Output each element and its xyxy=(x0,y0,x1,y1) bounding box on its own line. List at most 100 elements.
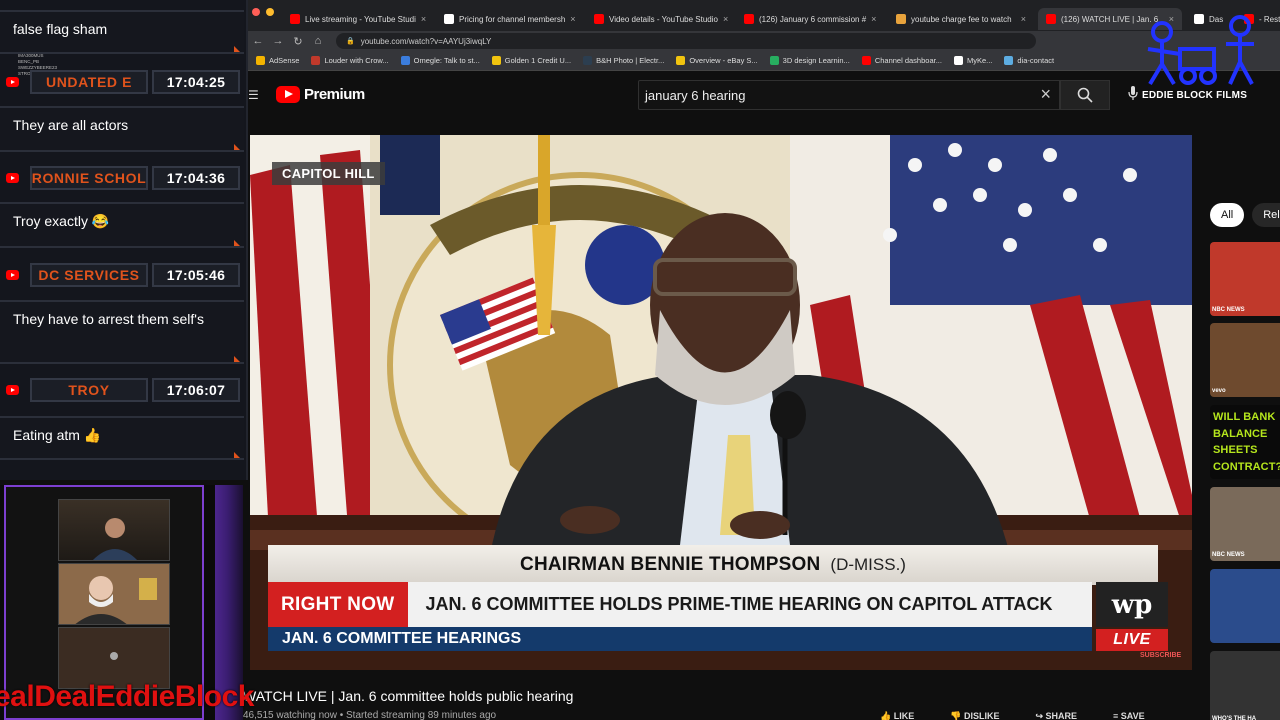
search-value: january 6 hearing xyxy=(645,87,746,103)
speaker-banner: CHAIRMAN BENNIE THOMPSON (D-MISS.) xyxy=(268,545,1158,585)
search-icon xyxy=(1077,87,1093,103)
youtube-icon xyxy=(6,173,19,183)
chat-author: DC SERVICES xyxy=(30,263,148,287)
bookmark-label: MyKe... xyxy=(966,56,993,65)
bookmark-item[interactable]: Overview - eBay S... xyxy=(676,56,758,65)
filter-chip[interactable]: Rela xyxy=(1252,203,1280,227)
bookmark-favicon-icon xyxy=(769,56,779,65)
youtube-icon xyxy=(6,77,19,87)
chat-message-text: false flag sham xyxy=(13,21,108,37)
filter-chip[interactable]: All xyxy=(1210,203,1245,227)
suggested-video-thumbnail[interactable]: vevo xyxy=(1210,323,1280,397)
video-actions: 👍 LIKE 👎 DISLIKE ↪ SHARE ≡ SAVE xyxy=(880,711,1145,720)
search-button[interactable] xyxy=(1060,80,1110,110)
close-tab-icon[interactable]: × xyxy=(570,14,575,24)
chat-author: RONNIE SCHOL xyxy=(30,166,148,190)
back-icon[interactable]: ← xyxy=(248,35,268,47)
tab-label: youtube charge fee to watch xyxy=(911,14,1012,24)
close-tab-icon[interactable]: × xyxy=(1021,14,1026,24)
suggested-video-thumbnail[interactable]: NBC NEWS xyxy=(1210,487,1280,561)
suggested-video-thumbnail[interactable]: NBC NEWS xyxy=(1210,242,1280,316)
suggested-video-thumbnail[interactable]: WILL BANK BALANCE SHEETS CONTRACT? xyxy=(1210,405,1280,479)
video-player[interactable]: CAPITOL HILL CHAIRMAN BENNIE THOMPSON (D… xyxy=(250,135,1192,670)
url-field[interactable]: 🔒 youtube.com/watch?v=AAYUj3iwqLY xyxy=(336,33,1036,49)
bookmark-label: AdSense xyxy=(269,56,300,65)
close-tab-icon[interactable]: × xyxy=(421,14,426,24)
bookmark-favicon-icon xyxy=(1004,56,1014,65)
location-tag: CAPITOL HILL xyxy=(272,162,385,185)
bookmark-item[interactable]: AdSense xyxy=(256,56,299,65)
chat-message-text: Troy exactly 😂 xyxy=(13,213,110,229)
bookmark-favicon-icon xyxy=(861,56,871,65)
chat-corner-accent xyxy=(234,46,240,52)
chat-timestamp: 17:04:25 xyxy=(152,70,240,94)
browser-tab[interactable]: Pricing for channel membersh × xyxy=(436,8,582,30)
action-label: LIKE xyxy=(893,711,915,720)
bookmark-item[interactable]: Channel dashboar... xyxy=(861,56,942,65)
thumbnail-tag: WHO'S THE HA xyxy=(1212,716,1257,720)
reload-icon[interactable]: ↻ xyxy=(288,35,308,48)
suggested-video-thumbnail[interactable] xyxy=(1210,569,1280,643)
bookmark-item[interactable]: dia-contact xyxy=(1004,56,1054,65)
browser-tab-bar: Live streaming - YouTube Studi × Pricing f… xyxy=(248,0,1280,34)
close-window-button[interactable] xyxy=(252,8,260,16)
tab-label: Live streaming - YouTube Studi xyxy=(305,14,416,24)
chat-name-row: DC SERVICES 17:05:46 xyxy=(0,263,244,289)
browser-tab[interactable]: Video details - YouTube Studio × xyxy=(586,8,734,30)
bookmark-item[interactable]: B&H Photo | Electr... xyxy=(583,56,664,65)
action-like-button[interactable]: 👍 LIKE xyxy=(880,711,914,720)
news-lower-third: RIGHT NOW JAN. 6 COMMITTEE HOLDS PRIME-T… xyxy=(268,582,1092,627)
suggested-video-thumbnail[interactable]: WHO'S THE HA xyxy=(1210,651,1280,720)
bookmark-label: dia-contact xyxy=(1017,56,1055,65)
youtube-icon xyxy=(6,270,19,280)
bookmark-item[interactable]: Omegle: Talk to st... xyxy=(400,56,480,65)
chat-name-row: RONNIE SCHOL 17:04:36 xyxy=(0,166,244,192)
subscribe-watermark: SUBSCRIBE xyxy=(1140,652,1182,659)
right-now-badge: RIGHT NOW xyxy=(268,582,408,627)
tab-favicon-icon xyxy=(1046,14,1056,24)
microphone-icon[interactable] xyxy=(1128,86,1138,100)
bookmark-favicon-icon xyxy=(400,56,410,65)
bookmark-item[interactable]: MyKe... xyxy=(953,56,993,65)
tab-label: - Restro xyxy=(1259,14,1280,24)
chat-author: TROY xyxy=(30,378,148,402)
bookmark-item[interactable]: Golden 1 Credit U... xyxy=(491,56,572,65)
minimize-window-button[interactable] xyxy=(266,8,274,16)
action-dislike-button[interactable]: 👎 DISLIKE xyxy=(950,711,999,720)
browser-tab[interactable]: Live streaming - YouTube Studi × xyxy=(282,8,432,30)
forward-icon[interactable]: → xyxy=(268,35,288,47)
bookmark-favicon-icon xyxy=(583,56,593,65)
bookmark-item[interactable]: Louder with Crow... xyxy=(311,56,389,65)
browser-tab[interactable]: (126) January 6 commission # × xyxy=(736,8,884,30)
clear-search-icon[interactable]: × xyxy=(1040,84,1051,105)
bookmarks-bar: AdSense Louder with Crow... Omegle: Talk t… xyxy=(248,51,1280,71)
bookmark-label: 3D design Learnin... xyxy=(782,56,850,65)
network-logo: wp xyxy=(1096,582,1168,627)
bookmark-item[interactable]: 3D design Learnin... xyxy=(769,56,850,65)
bookmark-label: Overview - eBay S... xyxy=(689,56,758,65)
action-save-button[interactable]: ≡ SAVE xyxy=(1113,711,1145,720)
action-label: SAVE xyxy=(1120,711,1145,720)
search-input[interactable]: january 6 hearing × xyxy=(638,80,1060,110)
chat-message-text: Eating atm 👍 xyxy=(13,427,102,443)
bookmark-label: Golden 1 Credit U... xyxy=(504,56,572,65)
youtube-play-icon xyxy=(276,86,300,103)
bookmark-label: Channel dashboar... xyxy=(874,56,942,65)
tab-label: Video details - YouTube Studio xyxy=(609,14,718,24)
thumbs-up-icon: 👍 xyxy=(880,711,894,720)
menu-icon[interactable]: ☰ xyxy=(248,88,259,102)
youtube-icon xyxy=(6,385,19,395)
chat-name-row: UNDATED E 17:04:25 xyxy=(0,70,244,96)
youtube-premium-logo[interactable]: Premium xyxy=(276,86,365,103)
bookmark-favicon-icon xyxy=(491,56,501,65)
close-tab-icon[interactable]: × xyxy=(723,14,728,24)
chat-corner-accent xyxy=(234,144,240,150)
browser-tab[interactable]: youtube charge fee to watch × xyxy=(888,8,1034,30)
action-share-button[interactable]: ↪ SHARE xyxy=(1035,711,1077,720)
news-headline: JAN. 6 COMMITTEE HOLDS PRIME-TIME HEARIN… xyxy=(425,594,1053,614)
tab-favicon-icon xyxy=(290,14,300,24)
close-tab-icon[interactable]: × xyxy=(871,14,876,24)
live-badge: LIVE xyxy=(1096,629,1168,651)
action-label: SHARE xyxy=(1045,711,1078,720)
home-icon[interactable]: ⌂ xyxy=(308,35,328,47)
